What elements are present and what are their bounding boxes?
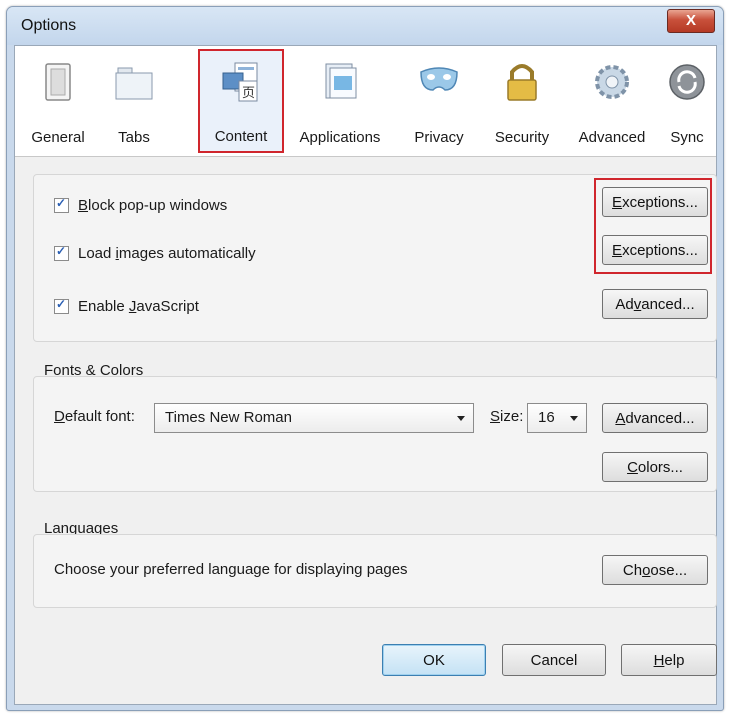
chevron-down-icon xyxy=(457,416,465,421)
tab-label: Privacy xyxy=(414,129,464,146)
tab-label: Applications xyxy=(299,129,381,146)
load-images-checkbox-row[interactable]: Load images automatically xyxy=(54,244,256,262)
language-description: Choose your preferred language for displ… xyxy=(54,561,408,578)
options-client-area: General Tabs 页 Content Applications Priv… xyxy=(14,45,717,705)
options-window: Options X General Tabs 页 Content Applica… xyxy=(6,6,724,711)
tab-label: Tabs xyxy=(118,129,150,146)
preferences-toolbar: General Tabs 页 Content Applications Priv… xyxy=(15,46,716,157)
tab-sync[interactable]: Sync xyxy=(661,50,713,152)
advanced-gear-icon xyxy=(595,65,629,99)
javascript-advanced-button[interactable]: Advanced... xyxy=(602,289,708,319)
cancel-button[interactable]: Cancel xyxy=(502,644,606,676)
choose-language-button[interactable]: Choose... xyxy=(602,555,708,585)
exceptions-highlight-box xyxy=(594,178,712,274)
applications-icon xyxy=(325,63,357,99)
languages-group: Choose your preferred language for displ… xyxy=(33,534,717,608)
block-popups-label: Block pop-up windows xyxy=(78,197,228,214)
tab-privacy[interactable]: Privacy xyxy=(401,50,477,152)
tab-content[interactable]: 页 Content xyxy=(198,49,284,153)
default-font-select[interactable]: Times New Roman xyxy=(154,403,474,433)
enable-javascript-label: Enable JavaScript xyxy=(78,298,199,315)
tabs-folder-icon xyxy=(115,67,153,100)
tab-security[interactable]: Security xyxy=(481,50,563,152)
font-size-select[interactable]: 16 xyxy=(527,403,587,433)
block-popups-checkbox[interactable] xyxy=(54,196,69,213)
tab-applications[interactable]: Applications xyxy=(285,50,395,152)
fonts-colors-group: Default font: Times New Roman Size: 16 A… xyxy=(33,376,717,492)
default-font-value: Times New Roman xyxy=(165,409,292,426)
size-label: Size: xyxy=(490,408,524,425)
tab-general[interactable]: General xyxy=(17,50,99,152)
security-lock-icon xyxy=(507,64,537,101)
tab-label: General xyxy=(31,129,85,146)
close-icon: X xyxy=(685,12,696,29)
tab-tabs[interactable]: Tabs xyxy=(101,50,167,152)
close-button[interactable]: X xyxy=(667,9,715,33)
enable-javascript-checkbox-row[interactable]: Enable JavaScript xyxy=(54,297,199,315)
chevron-down-icon xyxy=(570,416,578,421)
tab-label: Advanced xyxy=(578,129,646,146)
title-bar[interactable]: Options X xyxy=(7,7,723,45)
fonts-advanced-button[interactable]: Advanced... xyxy=(602,403,708,433)
tab-label: Sync xyxy=(670,129,704,146)
tab-advanced[interactable]: Advanced xyxy=(567,50,657,152)
enable-javascript-checkbox[interactable] xyxy=(54,297,69,314)
privacy-mask-icon xyxy=(420,67,458,91)
sync-icon xyxy=(669,64,705,100)
load-images-checkbox[interactable] xyxy=(54,244,69,261)
default-font-label: Default font: xyxy=(54,408,135,425)
colors-button[interactable]: Colors... xyxy=(602,452,708,482)
block-popups-checkbox-row[interactable]: Block pop-up windows xyxy=(54,196,228,214)
tab-label: Security xyxy=(494,129,550,146)
content-group: Block pop-up windows Load images automat… xyxy=(33,174,717,342)
svg-text:页: 页 xyxy=(242,86,255,101)
content-page-icon: 页 xyxy=(222,62,258,102)
window-title: Options xyxy=(21,17,77,34)
help-button[interactable]: Help xyxy=(621,644,717,676)
load-images-label: Load images automatically xyxy=(78,245,256,262)
general-switch-icon xyxy=(45,63,71,101)
font-size-value: 16 xyxy=(538,409,555,426)
ok-button[interactable]: OK xyxy=(382,644,486,676)
tab-label: Content xyxy=(214,128,268,145)
